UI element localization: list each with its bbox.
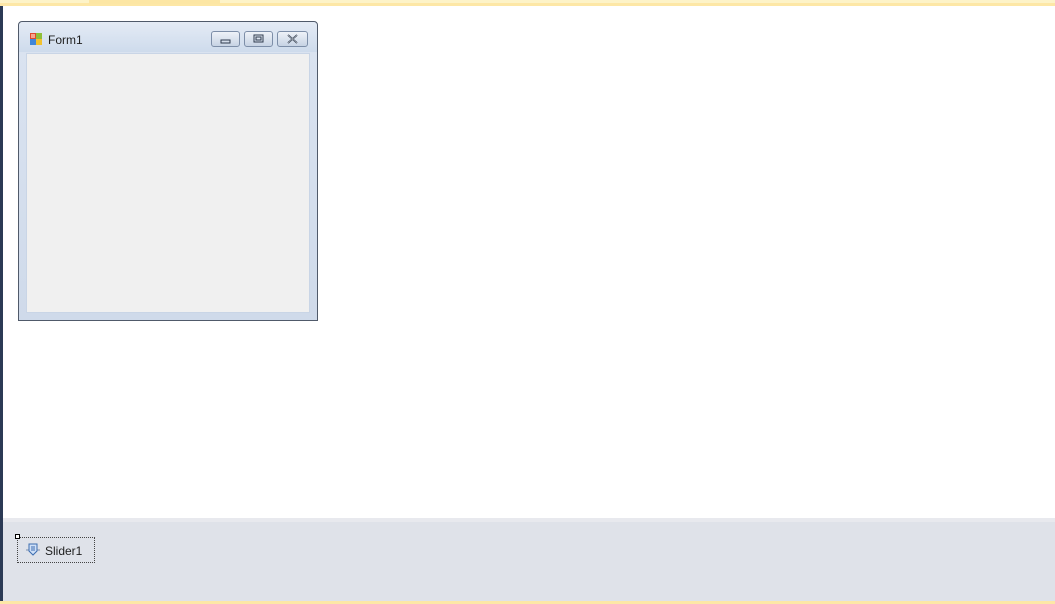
tray-item-slider1[interactable]: Slider1 <box>17 537 95 563</box>
form-window[interactable]: Form1 <box>18 21 318 321</box>
form-app-icon <box>30 33 42 45</box>
form-client-area[interactable] <box>26 53 310 313</box>
selection-handle[interactable] <box>15 534 20 539</box>
form-title: Form1 <box>48 33 83 47</box>
maximize-button[interactable] <box>244 31 273 47</box>
close-icon <box>287 34 298 44</box>
component-tray[interactable] <box>3 522 1055 601</box>
slider-icon <box>26 543 40 556</box>
close-button[interactable] <box>277 31 308 47</box>
maximize-icon <box>253 34 264 43</box>
tray-item-label: Slider1 <box>45 544 83 558</box>
form-titlebar[interactable]: Form1 <box>19 22 317 52</box>
active-document-tab[interactable] <box>89 0 220 4</box>
minimize-button[interactable] <box>211 31 240 47</box>
minimize-icon <box>220 39 231 44</box>
